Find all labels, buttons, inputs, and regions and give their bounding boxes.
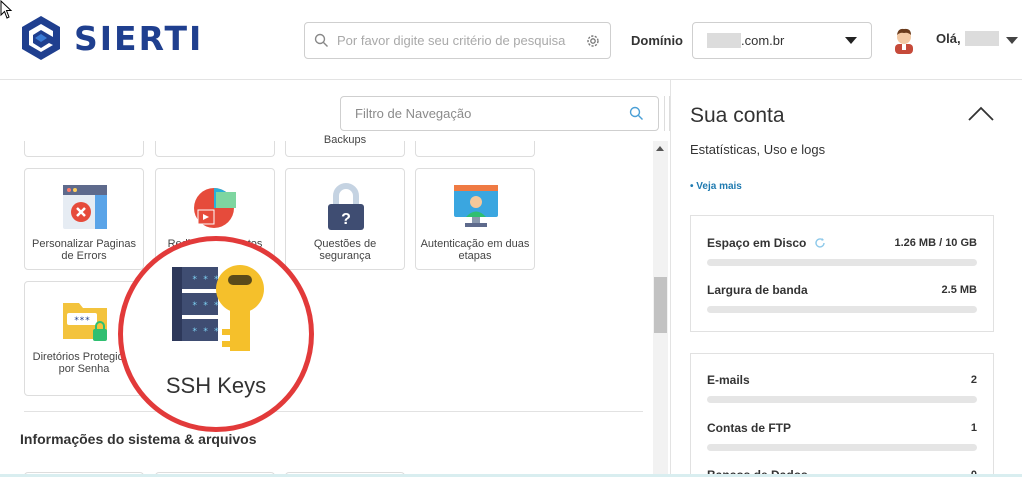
domain-select[interactable]: .com.br [692, 22, 872, 59]
tile-partial[interactable] [24, 141, 144, 157]
filter-placeholder: Filtro de Navegação [355, 106, 472, 121]
domain-suffix: .com.br [741, 33, 785, 48]
tile-label: Questões de segurança [313, 238, 377, 262]
stat-value: 2.5 MB [941, 284, 977, 296]
top-header: SIERTI Por favor digite seu critério de … [0, 0, 1022, 80]
tile-label: Personalizar Paginas de Errors [32, 238, 136, 262]
stats-box-usage: Espaço em Disco 1.26 MB / 10 GB Largura … [690, 215, 994, 332]
ssh-keys-icon: * * * * * * * * * [172, 265, 264, 351]
tile-error-pages[interactable]: Personalizar Paginas de Errors [24, 168, 144, 270]
domain-label: Domínio [631, 33, 683, 48]
gear-icon[interactable] [585, 33, 601, 49]
brand-logo[interactable]: SIERTI [20, 15, 203, 61]
see-more-link[interactable]: • Veja mais [690, 181, 742, 192]
account-subtitle: Estatísticas, Uso e logs [690, 142, 826, 157]
tile-partial[interactable] [155, 141, 275, 157]
panel-divider [670, 80, 671, 477]
account-title: Sua conta [690, 104, 785, 127]
domain-value: .com.br [707, 33, 845, 48]
ssh-keys-highlight[interactable]: * * * * * * * * * SSH Keys [118, 236, 314, 432]
tile-partial[interactable] [415, 141, 535, 157]
svg-text:* * *: * * * [192, 327, 219, 337]
svg-text:* * *: * * * [192, 301, 219, 311]
stat-name: E-mails [707, 373, 750, 387]
tile-security-questions[interactable]: ? Questões de segurança [285, 168, 405, 270]
progress-bar [707, 306, 977, 313]
stat-bandwidth: Largura de banda 2.5 MB [707, 283, 977, 313]
tile-two-factor[interactable]: Autenticação em duas etapas [415, 168, 535, 270]
redirect-icon [194, 188, 236, 228]
security-lock-icon: ? [328, 183, 364, 230]
scrollbar-thumb[interactable] [654, 277, 667, 333]
error-page-icon [63, 185, 107, 229]
search-placeholder: Por favor digite seu critério de pesquis… [337, 33, 566, 48]
progress-bar [707, 259, 977, 266]
greeting-text: Olá, [936, 31, 961, 46]
stats-box-counts: E-mails 2 Contas de FTP 1 Bancos de Dado… [690, 353, 994, 477]
section-divider [24, 411, 643, 412]
stat-name: Largura de banda [707, 283, 808, 297]
stat-value: 2 [970, 374, 977, 386]
two-factor-icon [454, 185, 498, 227]
svg-text:***: *** [74, 316, 90, 326]
stat-name: Espaço em Disco [707, 236, 807, 250]
protected-folder-icon: *** [63, 303, 107, 341]
stat-disk-space: Espaço em Disco 1.26 MB / 10 GB [707, 236, 977, 266]
global-search-input[interactable]: Por favor digite seu critério de pesquis… [304, 22, 611, 59]
scroll-up-arrow-icon[interactable] [656, 146, 664, 151]
search-icon [629, 106, 643, 120]
stat-name: Contas de FTP [707, 421, 792, 435]
refresh-icon[interactable] [814, 237, 826, 249]
navigation-filter-input[interactable]: Filtro de Navegação [340, 96, 659, 131]
stat-value: 1.26 MB / 10 GB [894, 237, 977, 249]
stat-emails: E-mails 2 [707, 373, 977, 403]
sierti-logo-icon [22, 16, 60, 60]
redacted-username [964, 31, 999, 46]
tile-label: Autenticação em duas etapas [420, 238, 530, 262]
stat-value: 1 [970, 422, 977, 434]
user-menu-chevron-icon[interactable] [1006, 37, 1018, 44]
progress-bar [707, 396, 977, 403]
avatar[interactable] [892, 26, 916, 54]
ssh-keys-label: SSH Keys [165, 373, 267, 398]
chevron-down-icon [845, 37, 857, 44]
chevron-up-icon[interactable] [968, 106, 994, 122]
stat-ftp-accounts: Contas de FTP 1 [707, 421, 977, 451]
mouse-cursor-icon [0, 0, 13, 19]
svg-text:* * *: * * * [192, 275, 219, 285]
brand-name: SIERTI [74, 18, 204, 58]
redacted-domain [707, 33, 741, 48]
search-icon [314, 33, 328, 47]
user-greeting[interactable]: Olá, [936, 31, 999, 46]
section-title: Informações do sistema & arquivos [20, 431, 257, 447]
progress-bar [707, 444, 977, 451]
svg-text:?: ? [341, 211, 351, 228]
tile-label: Backups [323, 134, 367, 146]
